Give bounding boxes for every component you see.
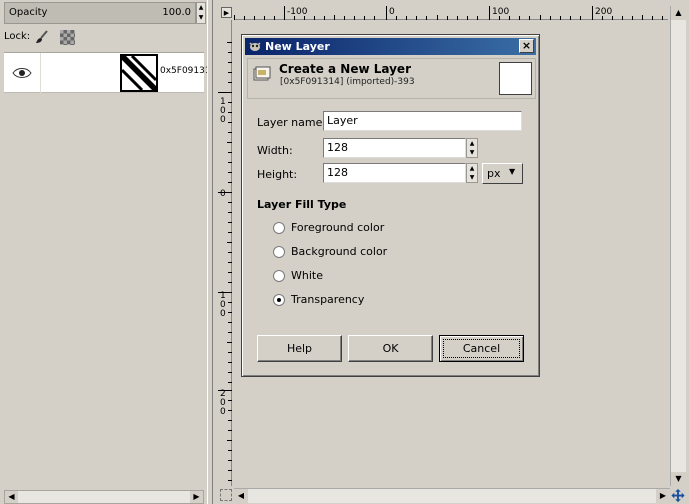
close-button[interactable]: × — [519, 39, 534, 53]
scroll-up-icon[interactable]: ▲ — [671, 6, 686, 20]
eye-icon[interactable] — [12, 66, 32, 80]
radio-white[interactable] — [273, 270, 285, 282]
dialog-title: New Layer — [265, 40, 330, 53]
layers-panel: Opacity 100.0 ▲ ▼ Lock: 0x5F09131 ◀ ▶ — [0, 0, 211, 504]
width-spinner[interactable]: ▲ ▼ — [466, 138, 478, 158]
opacity-slider[interactable]: Opacity 100.0 — [4, 2, 196, 24]
ok-button[interactable]: OK — [348, 335, 433, 362]
ruler-label: -100 — [287, 7, 308, 17]
radio-label[interactable]: Foreground color — [291, 221, 384, 234]
horizontal-ruler: -100 0 100 200 — [234, 6, 668, 20]
opacity-spinner[interactable]: ▲ ▼ — [196, 2, 206, 24]
new-layer-dialog: New Layer × Create a New Layer [0x5F0913… — [241, 34, 540, 377]
quick-mask-toggle[interactable] — [220, 489, 232, 501]
header-subtitle: [0x5F091314] (imported)-393 — [280, 77, 415, 87]
ruler-label: 2 0 0 — [220, 389, 226, 417]
spin-up-icon[interactable]: ▲ — [467, 139, 477, 148]
radio-background-color[interactable] — [273, 246, 285, 258]
spin-up-icon[interactable]: ▲ — [197, 3, 205, 13]
ruler-label: 1 0 0 — [220, 291, 226, 319]
help-button[interactable]: Help — [257, 335, 342, 362]
gimp-icon — [249, 42, 261, 51]
opacity-value: 100.0 — [162, 7, 191, 18]
new-layer-icon — [253, 66, 271, 81]
layer-separator — [40, 53, 41, 93]
layer-row[interactable]: 0x5F09131 — [4, 53, 211, 93]
layer-mask-thumbnail — [82, 55, 118, 91]
radio-label[interactable]: White — [291, 269, 323, 282]
spin-up-icon[interactable]: ▲ — [467, 164, 477, 173]
image-preview — [499, 62, 532, 95]
ruler-label: 0 — [220, 189, 226, 199]
layer-name-input[interactable]: Layer — [323, 111, 522, 131]
spin-down-icon[interactable]: ▼ — [467, 173, 477, 182]
unit-dropdown[interactable]: px ▼ — [482, 163, 523, 184]
spin-down-icon[interactable]: ▼ — [197, 13, 205, 23]
navigate-icon[interactable] — [670, 488, 686, 503]
radio-label[interactable]: Background color — [291, 245, 387, 258]
height-label: Height: — [257, 168, 298, 181]
dialog-header: Create a New Layer [0x5F091314] (importe… — [247, 58, 536, 99]
brush-icon[interactable] — [34, 29, 50, 45]
fill-type-heading: Layer Fill Type — [257, 198, 347, 211]
header-title: Create a New Layer — [279, 62, 411, 76]
layers-hscrollbar[interactable]: ◀ ▶ — [4, 490, 204, 504]
unit-value: px — [487, 167, 501, 180]
lock-row: Lock: — [4, 28, 204, 48]
height-input[interactable]: 128 — [323, 163, 466, 183]
width-input[interactable]: 128 — [323, 138, 466, 158]
vertical-scrollbar[interactable]: ▲ ▼ — [670, 6, 686, 486]
horizontal-scrollbar[interactable]: ◀ ▶ — [234, 488, 670, 503]
dropdown-arrow-icon: ▼ — [509, 167, 516, 176]
spin-down-icon[interactable]: ▼ — [467, 148, 477, 157]
scroll-down-icon[interactable]: ▼ — [671, 472, 686, 486]
checker-icon[interactable] — [60, 30, 75, 45]
layer-name-label: Layer name: — [257, 116, 327, 129]
menu-corner-button[interactable]: ▶ — [221, 7, 232, 18]
focus-ring — [443, 339, 520, 358]
radio-label[interactable]: Transparency — [291, 293, 364, 306]
ruler-label: 200 — [595, 7, 613, 17]
lock-label: Lock: — [4, 31, 31, 42]
close-icon: × — [521, 39, 532, 52]
opacity-label: Opacity — [9, 7, 48, 18]
scroll-right-icon[interactable]: ▶ — [656, 489, 670, 503]
layer-thumbnail — [120, 54, 158, 92]
vertical-ruler: 1 0 0 0 1 0 0 2 0 0 — [218, 20, 232, 486]
scroll-right-icon[interactable]: ▶ — [190, 491, 203, 503]
layer-name: 0x5F09131 — [160, 66, 211, 76]
radio-foreground-color[interactable] — [273, 222, 285, 234]
height-spinner[interactable]: ▲ ▼ — [466, 163, 478, 183]
pane-divider[interactable] — [207, 0, 213, 504]
cancel-button[interactable]: Cancel — [439, 335, 524, 362]
ruler-label: 1 0 0 — [220, 97, 226, 125]
scroll-left-icon[interactable]: ◀ — [234, 489, 248, 503]
ruler-label: 0 — [389, 7, 395, 17]
width-label: Width: — [257, 144, 293, 157]
dialog-titlebar[interactable]: New Layer × — [245, 38, 536, 55]
radio-transparency[interactable] — [273, 294, 285, 306]
scroll-left-icon[interactable]: ◀ — [5, 491, 18, 503]
layer-list: 0x5F09131 — [4, 52, 211, 488]
ruler-label: 100 — [492, 7, 510, 17]
